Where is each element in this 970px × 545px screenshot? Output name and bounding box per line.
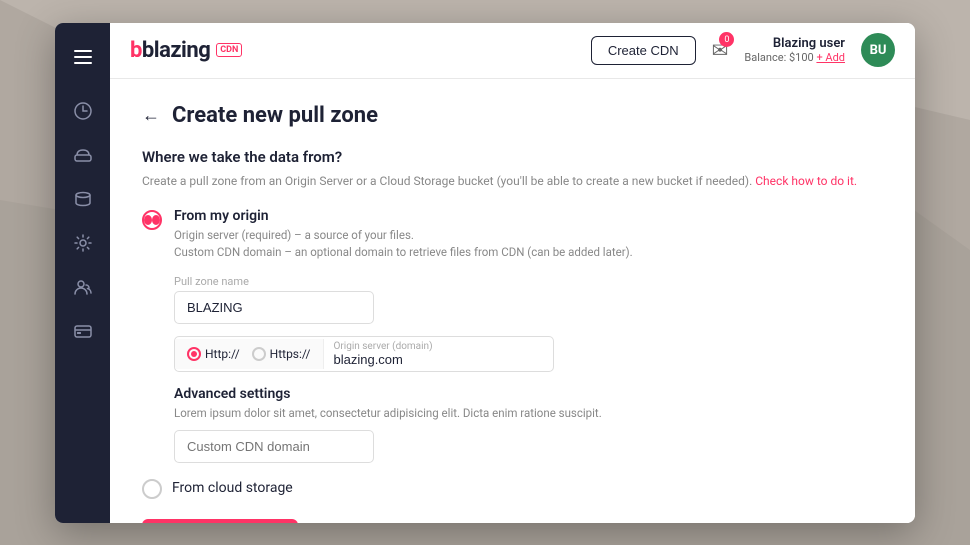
content-area: ← Create new pull zone Where we take the… [110, 79, 915, 523]
check-how-link[interactable]: Check how to do it. [755, 174, 857, 188]
sidebar-item-menu[interactable] [65, 39, 101, 75]
sidebar-item-billing[interactable] [65, 313, 101, 349]
logo-brand-text: blazing [142, 38, 210, 63]
create-pull-zone-button[interactable]: Create pull zone [142, 519, 298, 523]
logo-cdn-badge: CDN [216, 43, 242, 57]
add-balance-link[interactable]: + Add [816, 51, 845, 64]
pull-zone-name-group: Pull zone name [174, 275, 883, 324]
from-origin-title: From my origin [174, 208, 883, 224]
advanced-settings-section: Advanced settings Lorem ipsum dolor sit … [174, 386, 883, 463]
http-radio-circle[interactable] [187, 347, 201, 361]
sidebar-item-storage[interactable] [65, 181, 101, 217]
sidebar-item-users[interactable] [65, 269, 101, 305]
user-name: Blazing user [773, 36, 845, 51]
from-cloud-radio[interactable] [142, 479, 162, 499]
advanced-title: Advanced settings [174, 386, 883, 402]
radio-inner-dot [144, 215, 152, 225]
section-desc: Create a pull zone from an Origin Server… [142, 172, 883, 190]
from-origin-radio[interactable] [142, 210, 162, 230]
user-balance: Balance: $100 + Add [744, 51, 845, 64]
from-cloud-storage-option[interactable]: From cloud storage [142, 477, 883, 499]
http-radio[interactable]: Http:// [187, 347, 240, 361]
create-cdn-button[interactable]: Create CDN [591, 36, 696, 65]
sidebar-item-dashboard[interactable] [65, 93, 101, 129]
header-right: Create CDN ✉ 0 Blazing user Balance: $10… [591, 33, 895, 67]
origin-input-wrap: Origin server (domain) [324, 337, 554, 371]
page-title: Create new pull zone [172, 103, 378, 128]
sidebar-item-settings[interactable] [65, 225, 101, 261]
origin-server-row: Http:// Https:// Origin server (domain) [174, 336, 554, 372]
avatar[interactable]: BU [861, 33, 895, 67]
custom-cdn-input[interactable] [174, 430, 374, 463]
from-origin-desc: Origin server (required) – a source of y… [174, 227, 883, 262]
user-info: Blazing user Balance: $100 + Add [744, 36, 845, 64]
back-header: ← Create new pull zone [142, 103, 883, 128]
section-label: Where we take the data from? [142, 148, 883, 166]
pull-zone-label: Pull zone name [174, 275, 883, 288]
main-area: bblazing CDN Create CDN ✉ 0 Blazing user… [110, 23, 915, 523]
origin-server-input[interactable] [334, 352, 544, 367]
protocol-options: Http:// Https:// [175, 339, 324, 369]
advanced-desc: Lorem ipsum dolor sit amet, consectetur … [174, 406, 883, 420]
logo-text: bblazing [130, 38, 210, 63]
pull-zone-input[interactable] [174, 291, 374, 324]
sidebar [55, 23, 110, 523]
https-radio[interactable]: Https:// [252, 347, 311, 361]
notification-area[interactable]: ✉ 0 [712, 38, 729, 62]
header: bblazing CDN Create CDN ✉ 0 Blazing user… [110, 23, 915, 79]
sidebar-item-cdn[interactable] [65, 137, 101, 173]
origin-label: Origin server (domain) [334, 341, 544, 352]
https-radio-circle[interactable] [252, 347, 266, 361]
logo-b: b [130, 38, 142, 63]
from-cloud-title: From cloud storage [172, 480, 293, 496]
from-origin-option[interactable]: From my origin Origin server (required) … [142, 208, 883, 262]
notification-badge: 0 [719, 32, 734, 47]
back-button[interactable]: ← [142, 105, 160, 126]
logo-area: bblazing CDN [130, 38, 242, 63]
from-origin-content: From my origin Origin server (required) … [174, 208, 883, 262]
